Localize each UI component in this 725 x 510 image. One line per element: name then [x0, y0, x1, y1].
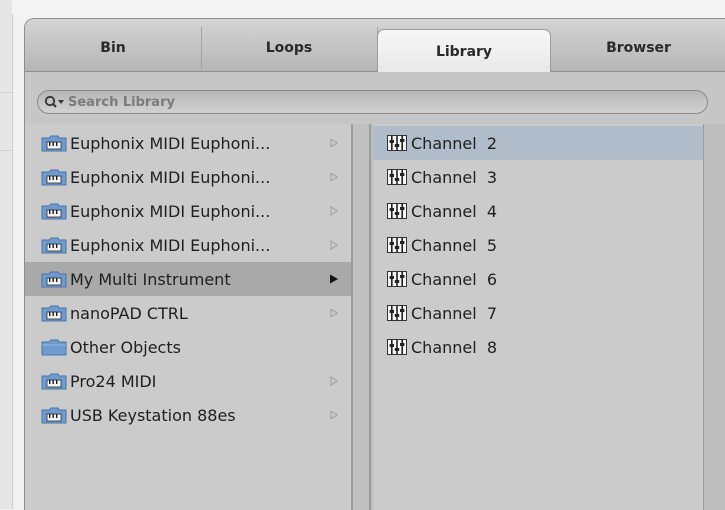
list-item-label: Channel 8 — [411, 337, 498, 357]
midi-folder-icon — [41, 168, 67, 186]
list-item-euphonix-1[interactable]: Euphonix MIDI Euphoni... — [25, 126, 351, 160]
library-panel: Bin Loops Library Browser Search Library — [24, 18, 725, 510]
disclosure-arrow-icon — [327, 407, 341, 423]
channel-strip-icon — [387, 339, 407, 355]
list-item-label: Euphonix MIDI Euphoni... — [70, 167, 271, 187]
search-bar: Search Library — [25, 72, 725, 124]
list-item-label: Channel 3 — [411, 167, 498, 187]
midi-folder-icon — [41, 406, 67, 424]
list-item-label: Channel 7 — [411, 303, 498, 323]
list-item-my-multi-instrument[interactable]: My Multi Instrument — [25, 262, 351, 296]
search-icon[interactable] — [44, 95, 66, 109]
list-item-label: Euphonix MIDI Euphoni... — [70, 133, 271, 153]
channel-strip-icon — [387, 305, 407, 321]
list-item-channel-5[interactable]: Channel 5 — [373, 228, 703, 262]
list-item-label: USB Keystation 88es — [70, 405, 236, 425]
window-top-area — [12, 0, 725, 14]
midi-folder-icon — [41, 304, 67, 322]
midi-folder-icon — [41, 236, 67, 254]
tab-browser[interactable]: Browser — [551, 27, 725, 69]
midi-folder-icon — [41, 134, 67, 152]
tab-library[interactable]: Library — [377, 29, 551, 74]
midi-folder-icon — [41, 372, 67, 390]
folder-icon — [41, 338, 67, 356]
list-item-euphonix-4[interactable]: Euphonix MIDI Euphoni... — [25, 228, 351, 262]
column-divider[interactable] — [351, 124, 371, 510]
channel-strip-icon — [387, 203, 407, 219]
list-item-nanopad-ctrl[interactable]: nanoPAD CTRL — [25, 296, 351, 330]
list-item-label: Channel 4 — [411, 201, 498, 221]
list-item-channel-4[interactable]: Channel 4 — [373, 194, 703, 228]
midi-folder-icon — [41, 270, 67, 288]
disclosure-arrow-icon — [327, 271, 341, 287]
channel-strip-icon — [387, 169, 407, 185]
list-item-label: Channel 5 — [411, 235, 498, 255]
list-item-label: Channel 6 — [411, 269, 498, 289]
list-item-label: Euphonix MIDI Euphoni... — [70, 201, 271, 221]
midi-folder-icon — [41, 202, 67, 220]
tab-loops[interactable]: Loops — [201, 27, 378, 69]
disclosure-arrow-icon — [327, 237, 341, 253]
list-item-usb-keystation[interactable]: USB Keystation 88es — [25, 398, 351, 432]
list-item-euphonix-3[interactable]: Euphonix MIDI Euphoni... — [25, 194, 351, 228]
list-item-label: Pro24 MIDI — [70, 371, 157, 391]
tab-bar: Bin Loops Library Browser — [25, 19, 725, 74]
list-item-channel-7[interactable]: Channel 7 — [373, 296, 703, 330]
list-item-other-objects[interactable]: Other Objects — [25, 330, 351, 364]
channel-strip-icon — [387, 237, 407, 253]
list-item-label: My Multi Instrument — [70, 269, 231, 289]
list-item-channel-8[interactable]: Channel 8 — [373, 330, 703, 364]
search-placeholder: Search Library — [68, 94, 175, 110]
list-item-label: Euphonix MIDI Euphoni... — [70, 235, 271, 255]
library-columns: Euphonix MIDI Euphoni... Euphonix MIDI E… — [25, 124, 725, 510]
tab-bin[interactable]: Bin — [25, 27, 202, 69]
tab-label: Library — [435, 44, 493, 60]
list-item-euphonix-2[interactable]: Euphonix MIDI Euphoni... — [25, 160, 351, 194]
library-folder-list: Euphonix MIDI Euphoni... Euphonix MIDI E… — [25, 124, 351, 510]
list-item-pro24-midi[interactable]: Pro24 MIDI — [25, 364, 351, 398]
search-input[interactable]: Search Library — [37, 90, 708, 114]
list-item-channel-3[interactable]: Channel 3 — [373, 160, 703, 194]
list-item-label: Channel 2 — [411, 133, 498, 153]
disclosure-arrow-icon — [327, 203, 341, 219]
disclosure-arrow-icon — [327, 135, 341, 151]
channel-strip-icon — [387, 271, 407, 287]
channel-list: Channel 2 Channel 3 Channel 4 Channel 5 … — [373, 124, 704, 510]
background-panel-edge — [0, 0, 13, 509]
tab-label: Bin — [100, 40, 126, 56]
tab-label: Browser — [606, 40, 671, 56]
disclosure-arrow-icon — [327, 169, 341, 185]
disclosure-arrow-icon — [327, 305, 341, 321]
list-item-label: Other Objects — [70, 337, 181, 357]
list-item-channel-2[interactable]: Channel 2 — [373, 126, 703, 160]
list-item-label: nanoPAD CTRL — [70, 303, 188, 323]
disclosure-arrow-icon — [327, 373, 341, 389]
tab-label: Loops — [265, 40, 313, 56]
channel-strip-icon — [387, 135, 407, 151]
list-item-channel-6[interactable]: Channel 6 — [373, 262, 703, 296]
